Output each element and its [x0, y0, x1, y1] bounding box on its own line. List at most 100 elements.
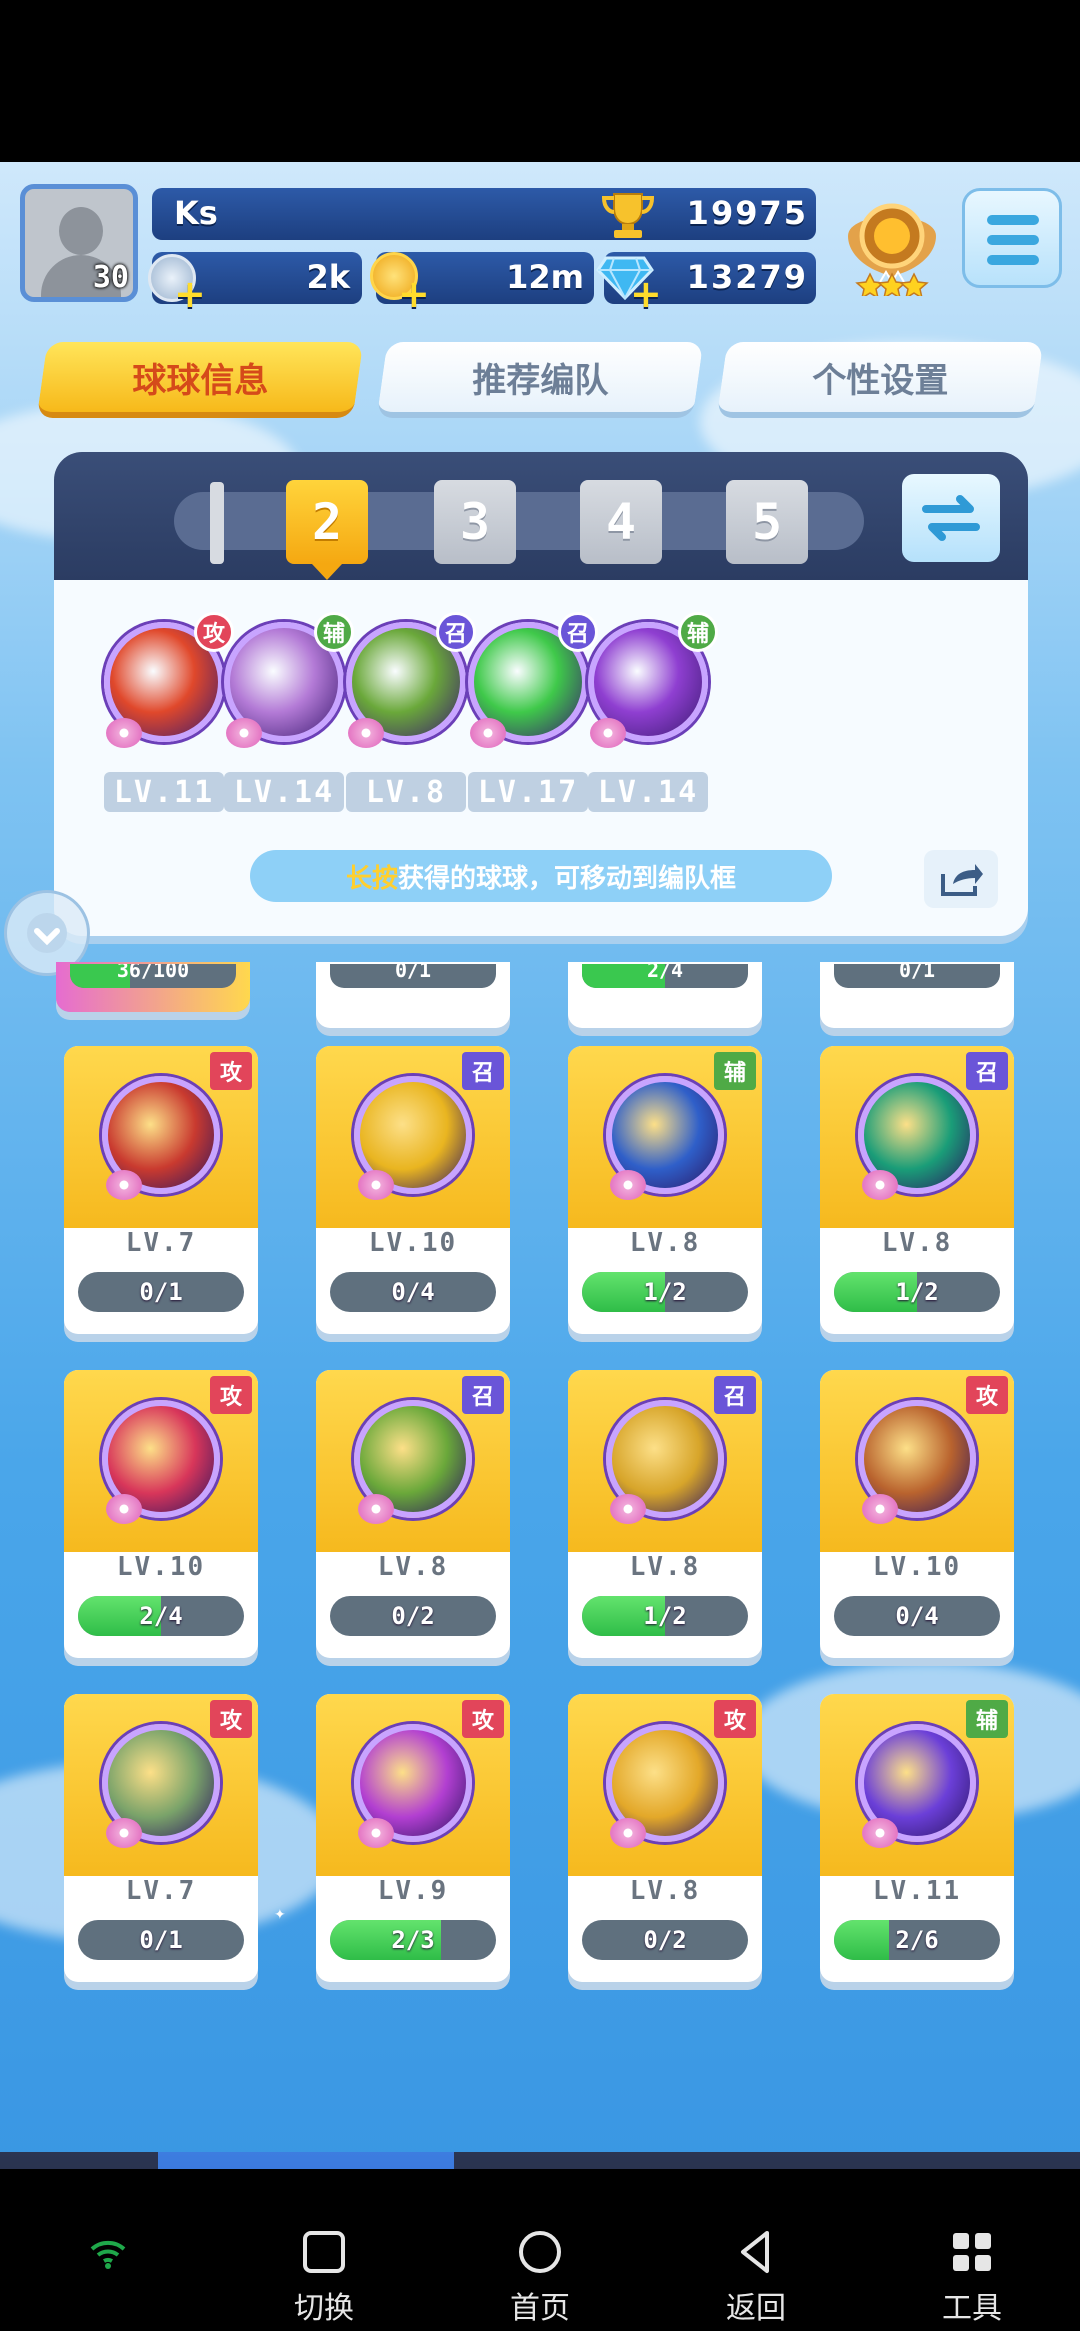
team-ball-level: LV.14 — [224, 772, 344, 812]
sys-tools-label: 工具 — [942, 2291, 1002, 2326]
app-root: 30 Ks 19975 + 2k + 12m + 13279 球球信息 推荐编队… — [0, 0, 1080, 2331]
nav-shop[interactable] — [4, 2152, 156, 2169]
flower-icon — [358, 1818, 394, 1848]
team-ball[interactable]: 攻 — [94, 612, 234, 752]
partial-card[interactable]: 2/4 — [568, 962, 762, 1028]
sys-home-label: 首页 — [510, 2291, 570, 2326]
card-progress-bar: 2/4 — [582, 964, 748, 988]
card-progress-text: 36/100 — [116, 964, 190, 982]
flower-icon — [610, 1818, 646, 1848]
ball-level: LV.10 — [368, 1228, 458, 1258]
gems-plus-icon[interactable]: + — [630, 272, 662, 316]
swap-button[interactable] — [902, 474, 1000, 562]
card-progress-text: 0/1 — [139, 1926, 183, 1954]
tab-ball-info[interactable]: 球球信息 — [36, 342, 364, 418]
gold-plus-icon[interactable]: + — [398, 272, 430, 316]
ball-level: LV.8 — [629, 1876, 701, 1906]
nav-balls[interactable]: 球球 — [158, 2152, 454, 2169]
status-area — [0, 0, 1080, 162]
partial-card[interactable]: 0/1 — [316, 962, 510, 1028]
sys-tools-button[interactable]: 工具 — [912, 2229, 1032, 2327]
card-progress-text: 2/4 — [646, 964, 684, 982]
ball-card[interactable]: 召 LV.8 0/2 — [316, 1370, 510, 1658]
ball-slot — [346, 1716, 482, 1852]
wifi-icon — [90, 2240, 126, 2269]
tab-recommended-team[interactable]: 推荐编队 — [376, 342, 704, 418]
sys-back-label: 返回 — [726, 2291, 786, 2326]
ball-card[interactable]: 攻 LV.10 0/4 — [820, 1370, 1014, 1658]
avatar-head — [59, 207, 103, 255]
sys-switch-button[interactable]: 切换 — [264, 2229, 384, 2327]
team-ball[interactable]: 辅 — [214, 612, 354, 752]
card-progress-text: 0/1 — [898, 964, 936, 982]
team-slot-3[interactable]: 3 — [434, 480, 516, 564]
ball-type-tag: 攻 — [210, 1052, 252, 1090]
ball-slot — [850, 1068, 986, 1204]
gems-bar[interactable]: + 13279 — [596, 252, 816, 316]
drag-hint: 长按 获得的球球，可移动到编队框 — [250, 850, 832, 902]
player-avatar[interactable]: 30 — [20, 184, 138, 302]
ball-slot — [346, 1392, 482, 1528]
card-progress-text: 0/4 — [391, 1278, 435, 1306]
gold-bar[interactable]: + 12m — [370, 252, 594, 316]
sys-switch-label: 切换 — [294, 2291, 354, 2326]
team-slot-5[interactable]: 5 — [726, 480, 808, 564]
stamina-value: 2k — [306, 258, 350, 296]
ball-slot — [598, 1716, 734, 1852]
team-ball[interactable]: 召 — [458, 612, 598, 752]
tab-personal-settings[interactable]: 个性设置 — [716, 342, 1044, 418]
team-slot-4[interactable]: 4 — [580, 480, 662, 564]
ball-card[interactable]: 召 LV.10 0/4 — [316, 1046, 510, 1334]
ball-card[interactable]: 攻 LV.9 2/3 — [316, 1694, 510, 1982]
ball-level: LV.10 — [872, 1552, 962, 1582]
card-progress-bar: 0/1 — [834, 964, 1000, 988]
ball-card[interactable]: 攻 LV.7 0/1 — [64, 1694, 258, 1982]
share-button[interactable] — [924, 850, 998, 908]
player-level: 30 — [92, 260, 129, 295]
ball-card[interactable]: 召 LV.8 1/2 — [820, 1046, 1014, 1334]
sys-home-button[interactable]: 首页 — [480, 2229, 600, 2327]
ball-type-tag: 攻 — [210, 1376, 252, 1414]
ball-card[interactable]: 辅 LV.8 1/2 — [568, 1046, 762, 1334]
card-progress-bar: 0/2 — [582, 1920, 748, 1960]
partial-card[interactable]: 0/1 — [820, 962, 1014, 1028]
ball-level: LV.8 — [629, 1228, 701, 1258]
team-slot-2[interactable]: 2 — [286, 480, 368, 580]
ball-slot — [598, 1392, 734, 1528]
ball-slot — [850, 1716, 986, 1852]
ball-card[interactable]: 攻 LV.8 0/2 — [568, 1694, 762, 1982]
team-slot-1[interactable] — [210, 482, 224, 564]
nav-whistle[interactable] — [614, 2152, 766, 2169]
ball-level: LV.8 — [377, 1552, 449, 1582]
flower-icon — [590, 718, 626, 748]
card-progress-bar: 2/6 — [834, 1920, 1000, 1960]
tab-personal-settings-label: 个性设置 — [812, 360, 949, 401]
team-ball[interactable]: 召 — [336, 612, 476, 752]
ball-card[interactable]: 攻 LV.7 0/1 — [64, 1046, 258, 1334]
ball-card[interactable]: 攻 LV.10 2/4 — [64, 1370, 258, 1658]
menu-button[interactable] — [962, 188, 1062, 288]
card-progress-bar: 2/3 — [330, 1920, 496, 1960]
ball-level: LV.10 — [116, 1552, 206, 1582]
card-progress-text: 0/2 — [391, 1602, 435, 1630]
wifi-status — [48, 2239, 168, 2277]
nav-social[interactable] — [926, 2152, 1078, 2169]
partial-card[interactable]: 36/100 — [56, 962, 250, 1012]
flower-icon — [106, 1818, 142, 1848]
sys-back-button[interactable]: 返回 — [696, 2229, 816, 2327]
gold-value: 12m — [506, 258, 584, 296]
ball-type-tag: 召 — [462, 1376, 504, 1414]
rank-badge-icon[interactable] — [840, 196, 944, 296]
stamina-plus-icon[interactable]: + — [174, 272, 206, 316]
gems-value: 13279 — [686, 258, 808, 296]
card-progress-text: 2/3 — [391, 1926, 435, 1954]
ball-type-tag: 辅 — [678, 612, 718, 652]
team-ball[interactable]: 辅 — [578, 612, 718, 752]
card-progress-text: 0/4 — [895, 1602, 939, 1630]
flower-icon — [348, 718, 384, 748]
ball-card[interactable]: 召 LV.8 1/2 — [568, 1370, 762, 1658]
stamina-bar[interactable]: + 2k — [148, 252, 362, 316]
ball-card[interactable]: 辅 LV.11 2/6 — [820, 1694, 1014, 1982]
nav-planet[interactable] — [768, 2152, 920, 2169]
nav-battle[interactable] — [458, 2152, 610, 2169]
